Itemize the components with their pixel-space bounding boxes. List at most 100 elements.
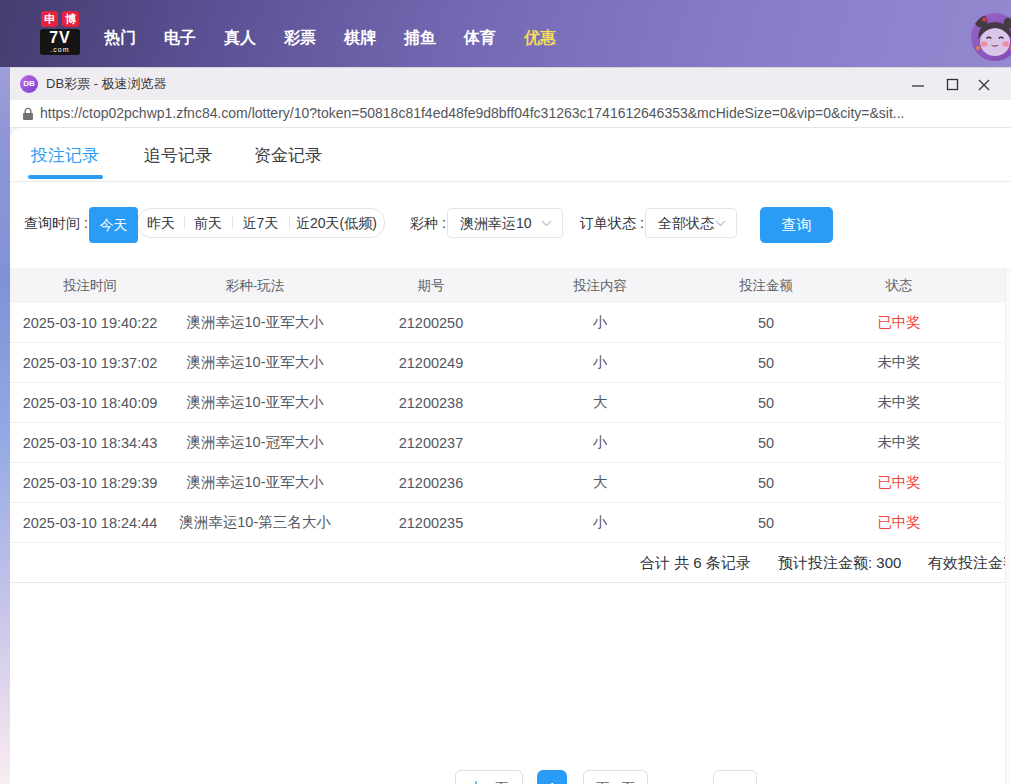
minimize-button[interactable] [903,68,933,101]
table-row: 2025-03-10 18:34:43 澳洲幸运10-冠军大小 21200237… [10,423,1011,463]
cell-time: 2025-03-10 18:34:43 [10,435,170,451]
close-icon [977,78,991,92]
cell-status: 已中奖 [854,313,944,332]
site-navbar: 申 博 7V .com 热门 电子 真人 彩票 棋牌 捕鱼 体育 优惠 [0,0,1011,67]
cell-amount: 50 [678,315,854,331]
active-tab-underline [28,175,103,179]
record-tabs: 投注记录 追号记录 资金记录 [10,128,1011,182]
col-game-play: 彩种-玩法 [170,277,340,295]
cell-content: 小 [522,513,678,532]
time-option-day-before[interactable]: 前天 [184,209,232,237]
browser-app-icon: DB [20,75,38,93]
cell-time: 2025-03-10 18:40:09 [10,395,170,411]
address-bar[interactable]: https://ctop02pchwp1.zfnc84.com/lottery/… [10,100,1011,128]
minimize-icon [911,78,925,92]
logo-box: 7V .com [40,29,80,55]
user-avatar[interactable] [971,13,1011,61]
logo-badge-2: 博 [62,11,79,27]
cell-issue: 21200250 [340,315,522,331]
browser-window: DB DB彩票 - 极速浏览器 https://ctop02pchwp1.zfn… [10,67,1011,784]
nav-item-live[interactable]: 真人 [223,28,257,49]
site-logo[interactable]: 申 博 7V .com [40,11,80,55]
col-status: 状态 [854,277,944,295]
summary-valid-amount: 有效投注金额 [928,543,1011,583]
cell-game: 澳洲幸运10-亚军大小 [170,353,340,372]
table-header: 投注时间 彩种-玩法 期号 投注内容 投注金额 状态 [10,268,1011,303]
cell-content: 小 [522,313,678,332]
window-title: DB彩票 - 极速浏览器 [46,68,167,100]
nav-item-fishing[interactable]: 捕鱼 [403,28,437,49]
col-content: 投注内容 [522,277,678,295]
cell-issue: 21200236 [340,475,522,491]
cell-status: 已中奖 [854,473,944,492]
page-content: 投注记录 追号记录 资金记录 查询时间 : 今天 昨天 前天 近7天 近20天(… [10,128,1011,784]
table-row: 2025-03-10 18:29:39 澳洲幸运10-亚军大小 21200236… [10,463,1011,503]
time-filter-label: 查询时间 : [24,208,88,239]
table-row: 2025-03-10 19:37:02 澳洲幸运10-亚军大小 21200249… [10,343,1011,383]
search-button[interactable]: 查询 [760,207,833,243]
table-row: 2025-03-10 18:24:44 澳洲幸运10-第三名大小 2120023… [10,503,1011,543]
cell-amount: 50 [678,435,854,451]
nav-item-promo[interactable]: 优惠 [523,28,557,49]
pagination-jump-box[interactable] [713,770,757,784]
maximize-icon [946,78,959,91]
table-summary: 合计 共 6 条记录 预计投注金额: 300 有效投注金额 [10,543,1011,583]
time-option-7days[interactable]: 近7天 [232,209,289,237]
cell-amount: 50 [678,355,854,371]
tab-bet-records[interactable]: 投注记录 [30,128,100,182]
table-row: 2025-03-10 18:40:09 澳洲幸运10-亚军大小 21200238… [10,383,1011,423]
lottery-select[interactable]: 澳洲幸运10 [447,208,563,238]
chevron-down-icon [541,220,552,227]
cell-time: 2025-03-10 19:40:22 [10,315,170,331]
cell-issue: 21200249 [340,355,522,371]
url-text[interactable]: https://ctop02pchwp1.zfnc84.com/lottery/… [40,100,904,127]
cell-status: 未中奖 [854,353,944,372]
nav-item-hot[interactable]: 热门 [103,28,137,49]
cell-content: 大 [522,473,678,492]
col-amount: 投注金额 [678,277,854,295]
tab-fund-records[interactable]: 资金记录 [253,128,323,182]
cell-time: 2025-03-10 18:29:39 [10,475,170,491]
table-row: 2025-03-10 19:40:22 澳洲幸运10-亚军大小 21200250… [10,303,1011,343]
time-filter-group: 昨天 前天 近7天 近20天(低频) [137,208,385,238]
cell-game: 澳洲幸运10-亚军大小 [170,473,340,492]
pagination-prev-button[interactable]: 上一页 [455,770,523,784]
cell-status: 已中奖 [854,513,944,532]
lottery-filter-label: 彩种 : [410,208,446,239]
cell-game: 澳洲幸运10-冠军大小 [170,433,340,452]
cell-content: 小 [522,353,678,372]
maximize-button[interactable] [937,68,967,101]
col-bet-time: 投注时间 [10,277,170,295]
pagination-page-1[interactable]: 1 [537,770,567,784]
logo-badge-1: 申 [41,11,58,27]
nav-item-lottery[interactable]: 彩票 [283,28,317,49]
nav-item-slots[interactable]: 电子 [163,28,197,49]
cell-game: 澳洲幸运10-第三名大小 [170,513,340,532]
cell-amount: 50 [678,475,854,491]
close-button[interactable] [969,68,999,101]
pagination-next-button[interactable]: 下一页 [583,770,648,784]
time-option-yesterday[interactable]: 昨天 [138,209,184,237]
summary-expected-amount: 预计投注金额: 300 [778,543,901,583]
cell-game: 澳洲幸运10-亚军大小 [170,393,340,412]
scrollbar[interactable] [1005,268,1011,784]
cell-amount: 50 [678,395,854,411]
summary-total: 合计 共 6 条记录 [640,543,751,583]
nav-item-sports[interactable]: 体育 [463,28,497,49]
status-filter-label: 订单状态 : [580,208,644,239]
cell-amount: 50 [678,515,854,531]
nav-item-chess[interactable]: 棋牌 [343,28,377,49]
cell-issue: 21200237 [340,435,522,451]
order-status-select[interactable]: 全部状态 [645,208,737,238]
cell-time: 2025-03-10 19:37:02 [10,355,170,371]
cell-issue: 21200238 [340,395,522,411]
site-nav-menu: 热门 电子 真人 彩票 棋牌 捕鱼 体育 优惠 [103,0,557,67]
window-titlebar[interactable]: DB DB彩票 - 极速浏览器 [10,67,1011,100]
time-option-20days[interactable]: 近20天(低频) [289,209,384,237]
chevron-down-icon [715,220,726,227]
tab-chase-records[interactable]: 追号记录 [143,128,213,182]
time-option-today[interactable]: 今天 [89,207,138,243]
cell-issue: 21200235 [340,515,522,531]
cell-status: 未中奖 [854,433,944,452]
record-panel: 投注记录 追号记录 资金记录 查询时间 : 今天 昨天 前天 近7天 近20天(… [10,128,1011,784]
